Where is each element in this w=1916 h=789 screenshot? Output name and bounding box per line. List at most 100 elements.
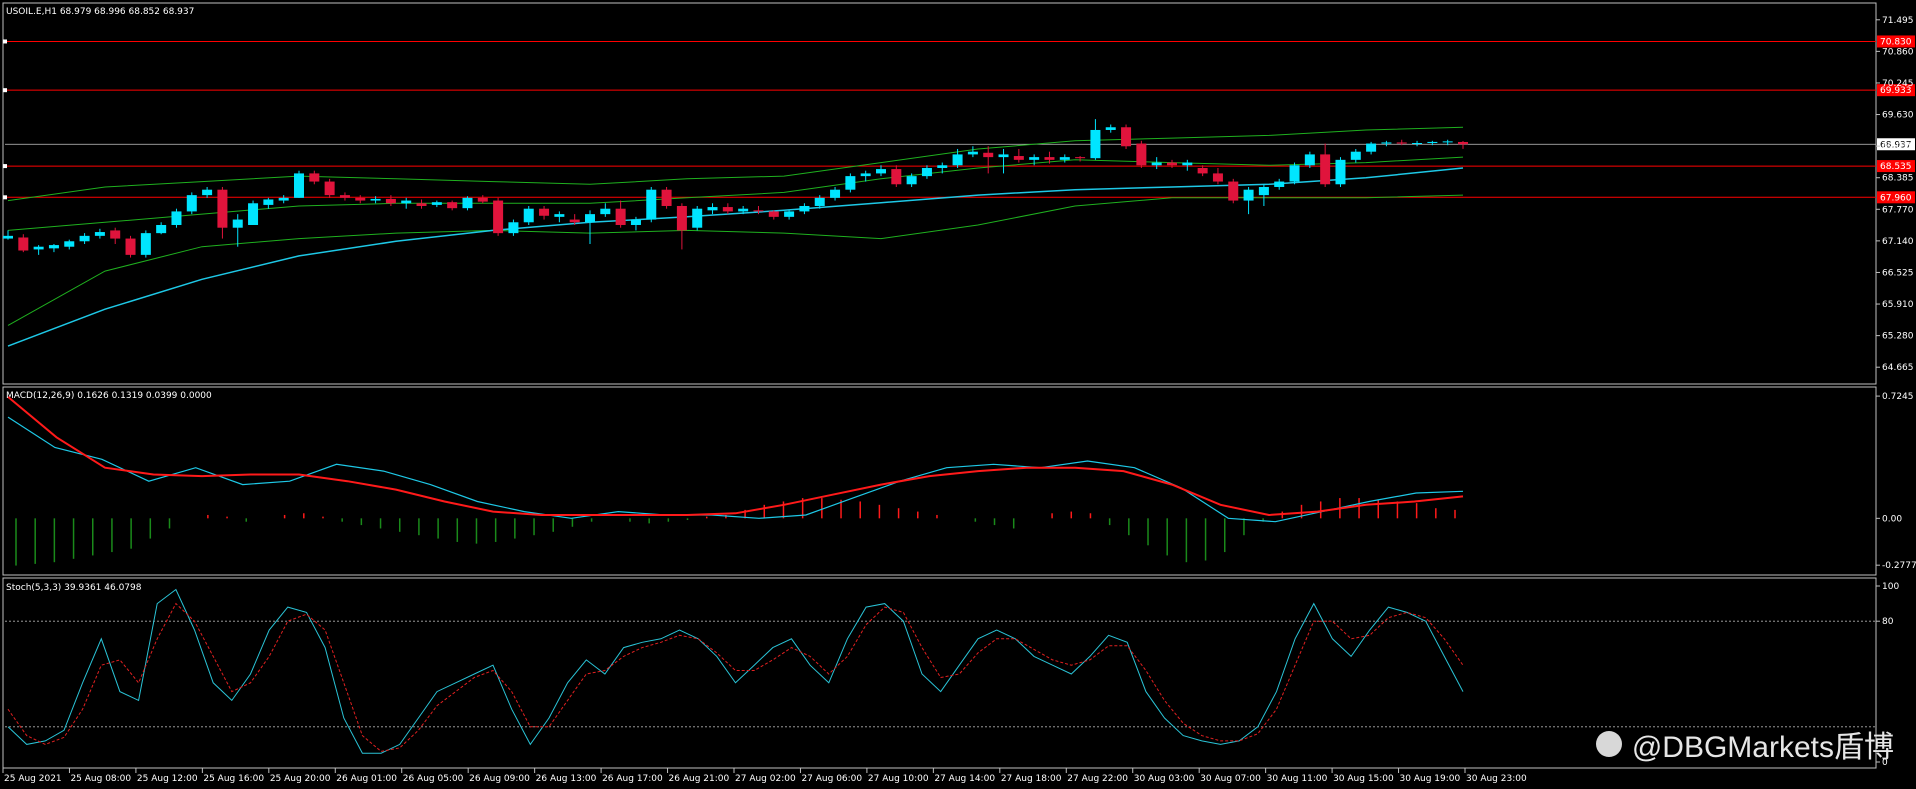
- candle-body: [156, 224, 167, 234]
- candle-body: [1136, 143, 1147, 166]
- candle-body: [125, 238, 136, 255]
- candle-body: [1167, 162, 1177, 166]
- candle-body: [1320, 154, 1331, 185]
- level-price-label: 68.535: [1880, 162, 1912, 172]
- candle-body: [799, 205, 810, 212]
- time-axis-label: 30 Aug 19:00: [1400, 774, 1461, 784]
- price-axis-label: 69.015: [1882, 142, 1914, 152]
- time-axis-label: 26 Aug 05:00: [403, 774, 464, 784]
- candle-body: [1059, 157, 1070, 160]
- candle-body: [1304, 154, 1315, 166]
- macd-axis-label: 0.7245: [1882, 392, 1914, 402]
- candle-body: [676, 205, 687, 231]
- candle-body: [1396, 142, 1407, 144]
- time-axis-label: 30 Aug 07:00: [1200, 774, 1261, 784]
- time-axis-label: 30 Aug 03:00: [1134, 774, 1195, 784]
- candle-body: [1197, 167, 1208, 174]
- price-axis-label: 65.280: [1882, 332, 1914, 342]
- candle-body: [355, 197, 366, 201]
- level-anchor-handle: [3, 88, 7, 93]
- price-axis-label: 67.770: [1882, 205, 1914, 215]
- candle-body: [906, 176, 917, 185]
- candle-body: [3, 235, 13, 239]
- candle-body: [1274, 181, 1285, 187]
- candle-body: [1212, 173, 1223, 182]
- candle-body: [1412, 143, 1423, 145]
- macd-title: MACD(12,26,9) 0.1626 0.1319 0.0399 0.000…: [6, 391, 212, 401]
- candle-body: [431, 202, 442, 205]
- candle-body: [339, 195, 350, 198]
- candle-body: [1289, 165, 1300, 182]
- candle-body: [1105, 127, 1116, 130]
- candle-body: [493, 200, 504, 234]
- time-axis-label: 27 Aug 10:00: [868, 774, 929, 784]
- candle-body: [370, 198, 381, 201]
- macd-axis-label: 0.00: [1882, 514, 1902, 524]
- trading-chart-window: 70.83069.93368.53567.96068.937 71.49570.…: [0, 0, 1916, 789]
- time-axis-label: 27 Aug 18:00: [1001, 774, 1062, 784]
- candle-body: [94, 232, 105, 236]
- candle-body: [1350, 151, 1361, 160]
- candle-body: [1335, 159, 1346, 185]
- candle-body: [891, 169, 902, 185]
- candle-body: [1090, 129, 1101, 159]
- candle-body: [1013, 156, 1024, 160]
- candle-body: [278, 197, 289, 201]
- symbol-title: USOIL.E,H1 68.979 68.996 68.852 68.937: [6, 7, 194, 17]
- candle-body: [477, 197, 488, 202]
- time-axis-label: 26 Aug 01:00: [336, 774, 397, 784]
- level-price-label: 70.830: [1880, 37, 1912, 47]
- macd-axis-label: -0.2777: [1882, 561, 1916, 571]
- time-axis-label: 27 Aug 06:00: [801, 774, 862, 784]
- price-axis-label: 70.860: [1882, 47, 1914, 57]
- time-axis-label: 27 Aug 22:00: [1067, 774, 1128, 784]
- candle-body: [921, 167, 932, 177]
- candle-body: [110, 230, 121, 239]
- candle-body: [324, 181, 335, 196]
- price-axis-label: 67.140: [1882, 237, 1914, 247]
- candle-body: [998, 154, 1009, 158]
- candle-body: [1121, 127, 1132, 147]
- candle-body: [722, 207, 733, 212]
- candle-body: [171, 211, 182, 225]
- candle-body: [217, 189, 228, 228]
- price-axis-label: 71.495: [1882, 16, 1914, 26]
- stochastic-title: Stoch(5,3,3) 39.9361 46.0798: [6, 583, 142, 593]
- candle-body: [401, 200, 412, 204]
- candle-body: [707, 207, 718, 211]
- time-axis-label: 26 Aug 21:00: [669, 774, 730, 784]
- candle-body: [294, 173, 304, 198]
- level-anchor-handle: [3, 164, 7, 169]
- candle-body: [585, 214, 595, 223]
- candle-body: [753, 210, 764, 212]
- candle-body: [1442, 141, 1453, 143]
- candle-body: [79, 235, 90, 242]
- candle-body: [738, 208, 749, 212]
- level-anchor-handle: [3, 39, 7, 44]
- candle-body: [661, 189, 672, 206]
- candle-body: [967, 151, 978, 155]
- stochastic-axis-label: 80: [1882, 617, 1894, 627]
- candle-body: [876, 169, 886, 174]
- candle-body: [1029, 157, 1040, 160]
- level-anchor-handle: [3, 195, 7, 200]
- time-axis-label: 25 Aug 20:00: [270, 774, 331, 784]
- candle-body: [64, 241, 75, 247]
- weibo-logo-icon: [1595, 731, 1622, 757]
- stochastic-axis-label: 100: [1882, 582, 1899, 592]
- candle-body: [615, 208, 626, 225]
- candle-body: [385, 198, 396, 204]
- candle-body: [1044, 157, 1055, 160]
- price-axis-label: 66.525: [1882, 268, 1914, 278]
- candle-body: [416, 203, 427, 206]
- time-axis-label: 25 Aug 12:00: [137, 774, 198, 784]
- candle-body: [1366, 143, 1377, 152]
- time-axis-label: 30 Aug 23:00: [1466, 774, 1527, 784]
- time-axis-label: 27 Aug 14:00: [934, 774, 995, 784]
- candle-body: [309, 173, 320, 182]
- candle-body: [937, 165, 948, 168]
- candle-body: [860, 173, 871, 177]
- candle-body: [600, 208, 611, 215]
- candle-body: [1228, 181, 1239, 201]
- candle-body: [1151, 162, 1162, 166]
